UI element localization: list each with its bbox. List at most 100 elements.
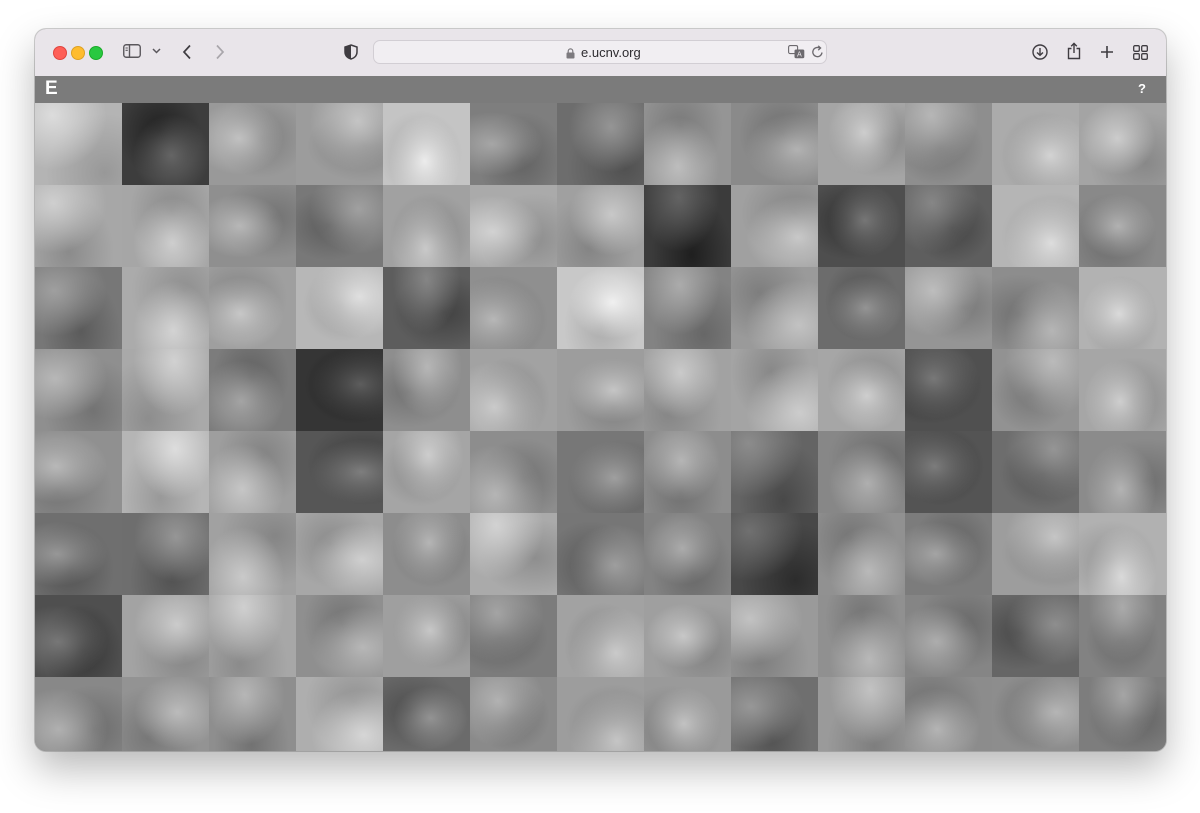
zoom-window-button[interactable] — [89, 46, 103, 60]
cloud-photo-tile[interactable] — [905, 431, 992, 513]
cloud-photo-tile[interactable] — [296, 349, 383, 431]
cloud-photo-tile[interactable] — [1079, 595, 1166, 677]
cloud-photo-tile[interactable] — [383, 513, 470, 595]
cloud-photo-tile[interactable] — [383, 595, 470, 677]
cloud-photo-tile[interactable] — [992, 595, 1079, 677]
cloud-photo-tile[interactable] — [122, 103, 209, 185]
cloud-photo-tile[interactable] — [644, 349, 731, 431]
cloud-photo-tile[interactable] — [296, 513, 383, 595]
cloud-photo-tile[interactable] — [644, 267, 731, 349]
cloud-photo-tile[interactable] — [470, 185, 557, 267]
cloud-photo-tile[interactable] — [35, 185, 122, 267]
translate-icon[interactable]: A — [788, 45, 805, 64]
cloud-photo-tile[interactable] — [818, 595, 905, 677]
cloud-photo-tile[interactable] — [644, 677, 731, 751]
cloud-photo-tile[interactable] — [731, 185, 818, 267]
cloud-photo-tile[interactable] — [644, 513, 731, 595]
privacy-shield-icon[interactable] — [344, 44, 358, 60]
cloud-photo-tile[interactable] — [296, 677, 383, 751]
cloud-photo-tile[interactable] — [818, 349, 905, 431]
cloud-photo-tile[interactable] — [731, 431, 818, 513]
cloud-photo-tile[interactable] — [209, 513, 296, 595]
cloud-photo-tile[interactable] — [1079, 349, 1166, 431]
cloud-photo-tile[interactable] — [470, 349, 557, 431]
cloud-photo-tile[interactable] — [209, 431, 296, 513]
cloud-photo-tile[interactable] — [1079, 431, 1166, 513]
cloud-photo-tile[interactable] — [296, 267, 383, 349]
cloud-photo-tile[interactable] — [470, 677, 557, 751]
cloud-photo-tile[interactable] — [731, 103, 818, 185]
sidebar-toggle-icon[interactable] — [123, 44, 141, 58]
cloud-photo-tile[interactable] — [557, 267, 644, 349]
cloud-photo-tile[interactable] — [731, 513, 818, 595]
cloud-photo-tile[interactable] — [35, 103, 122, 185]
cloud-photo-tile[interactable] — [35, 513, 122, 595]
back-arrow-icon[interactable] — [182, 44, 192, 60]
cloud-photo-tile[interactable] — [296, 185, 383, 267]
cloud-photo-tile[interactable] — [992, 431, 1079, 513]
cloud-photo-tile[interactable] — [557, 513, 644, 595]
cloud-photo-tile[interactable] — [992, 185, 1079, 267]
cloud-photo-tile[interactable] — [1079, 103, 1166, 185]
chevron-down-icon[interactable] — [152, 48, 161, 54]
cloud-photo-tile[interactable] — [731, 677, 818, 751]
cloud-photo-tile[interactable] — [296, 431, 383, 513]
cloud-photo-tile[interactable] — [209, 349, 296, 431]
address-bar[interactable]: e.ucnv.org A — [373, 40, 827, 64]
cloud-photo-tile[interactable] — [818, 267, 905, 349]
cloud-photo-tile[interactable] — [818, 431, 905, 513]
cloud-photo-tile[interactable] — [557, 349, 644, 431]
cloud-photo-tile[interactable] — [122, 595, 209, 677]
cloud-photo-tile[interactable] — [905, 677, 992, 751]
cloud-photo-tile[interactable] — [470, 595, 557, 677]
cloud-photo-tile[interactable] — [644, 431, 731, 513]
cloud-photo-tile[interactable] — [296, 595, 383, 677]
downloads-icon[interactable] — [1032, 44, 1048, 60]
forward-arrow-icon[interactable] — [215, 44, 225, 60]
new-tab-plus-icon[interactable] — [1100, 45, 1114, 59]
cloud-photo-tile[interactable] — [818, 103, 905, 185]
close-window-button[interactable] — [53, 46, 67, 60]
cloud-photo-tile[interactable] — [644, 595, 731, 677]
cloud-photo-tile[interactable] — [209, 103, 296, 185]
cloud-photo-tile[interactable] — [731, 349, 818, 431]
cloud-photo-tile[interactable] — [905, 349, 992, 431]
cloud-photo-tile[interactable] — [35, 267, 122, 349]
cloud-photo-tile[interactable] — [122, 267, 209, 349]
cloud-photo-tile[interactable] — [731, 595, 818, 677]
site-logo[interactable]: E — [45, 78, 58, 100]
cloud-photo-tile[interactable] — [470, 267, 557, 349]
cloud-photo-tile[interactable] — [383, 349, 470, 431]
cloud-photo-tile[interactable] — [383, 431, 470, 513]
cloud-photo-tile[interactable] — [35, 595, 122, 677]
cloud-photo-tile[interactable] — [557, 595, 644, 677]
share-icon[interactable] — [1067, 42, 1081, 60]
cloud-photo-tile[interactable] — [992, 513, 1079, 595]
cloud-photo-tile[interactable] — [557, 185, 644, 267]
cloud-photo-tile[interactable] — [992, 349, 1079, 431]
cloud-photo-tile[interactable] — [905, 595, 992, 677]
cloud-photo-tile[interactable] — [1079, 267, 1166, 349]
cloud-photo-tile[interactable] — [470, 513, 557, 595]
cloud-photo-tile[interactable] — [644, 185, 731, 267]
cloud-photo-tile[interactable] — [1079, 185, 1166, 267]
cloud-photo-tile[interactable] — [905, 513, 992, 595]
cloud-photo-tile[interactable] — [383, 185, 470, 267]
cloud-photo-tile[interactable] — [905, 185, 992, 267]
tab-overview-icon[interactable] — [1133, 45, 1148, 60]
cloud-photo-tile[interactable] — [557, 103, 644, 185]
cloud-photo-tile[interactable] — [122, 185, 209, 267]
cloud-photo-tile[interactable] — [992, 103, 1079, 185]
cloud-photo-tile[interactable] — [122, 513, 209, 595]
cloud-photo-tile[interactable] — [122, 349, 209, 431]
cloud-photo-tile[interactable] — [122, 431, 209, 513]
cloud-photo-tile[interactable] — [905, 103, 992, 185]
cloud-photo-tile[interactable] — [383, 103, 470, 185]
cloud-photo-tile[interactable] — [1079, 513, 1166, 595]
cloud-photo-tile[interactable] — [992, 677, 1079, 751]
cloud-photo-tile[interactable] — [470, 103, 557, 185]
cloud-photo-tile[interactable] — [557, 677, 644, 751]
cloud-photo-tile[interactable] — [383, 677, 470, 751]
cloud-photo-tile[interactable] — [35, 677, 122, 751]
cloud-photo-tile[interactable] — [122, 677, 209, 751]
